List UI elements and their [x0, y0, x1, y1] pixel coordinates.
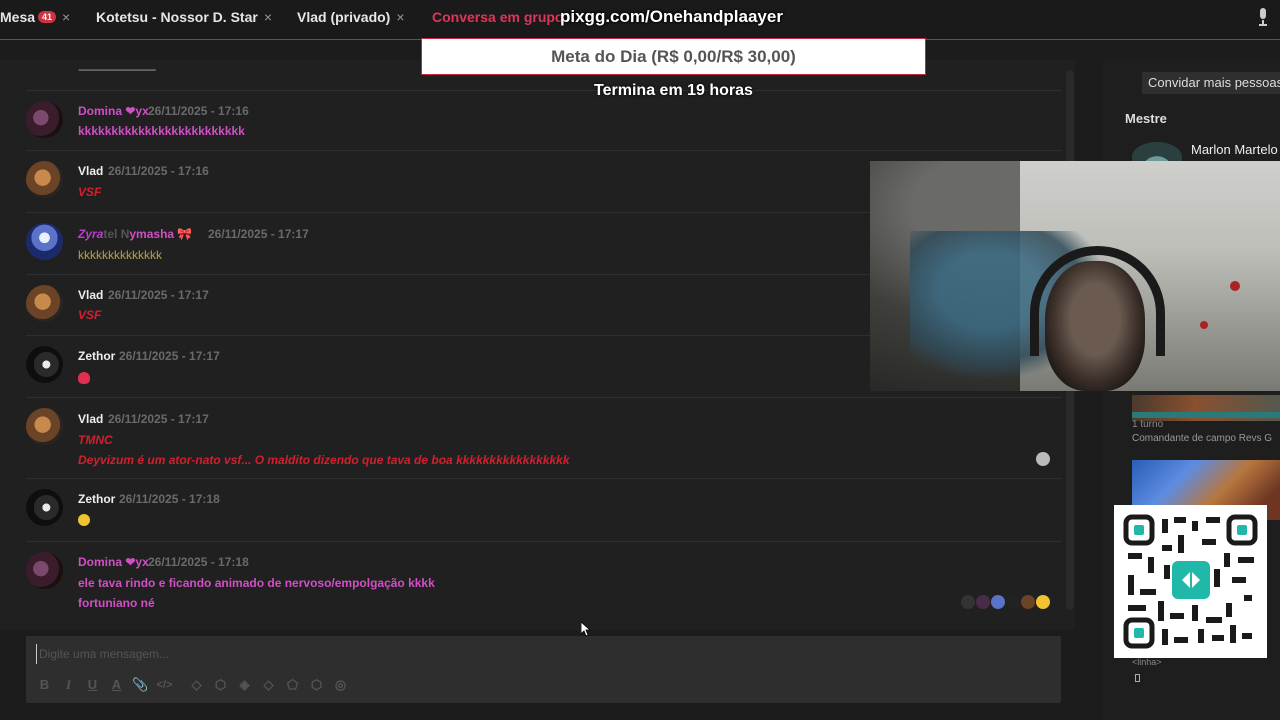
avatar[interactable] [26, 285, 63, 322]
username-part: Zyra [78, 227, 104, 241]
chat-message: Domina ❤yx 26/11/2025 - 17:18 ele tava r… [26, 541, 1062, 621]
tab-mesa[interactable]: Mesa 41 × [0, 9, 70, 25]
d6-dice-icon[interactable]: ⬡ [212, 676, 229, 693]
message-timestamp: 26/11/2025 - 17:18 [148, 555, 249, 569]
message-text: fortuniano né [78, 596, 155, 610]
tab-group-chat[interactable]: Conversa em grupo [432, 9, 563, 25]
message-username[interactable]: Vlad [78, 288, 103, 302]
d20-dice-icon[interactable]: ⬡ [308, 676, 325, 693]
app-root: Mesa 41 × Kotetsu - Nossor D. Star × Vlad (… [0, 0, 1280, 720]
tab-vlad-private[interactable]: Vlad (privado) × [297, 9, 405, 25]
code-icon[interactable]: </> [156, 676, 173, 693]
formatting-toolbar: B I U A 📎 </> ◇ ⬡ ◈ ◇ ⬠ ⬡ ◎ [36, 676, 349, 693]
message-composer: B I U A 📎 </> ◇ ⬡ ◈ ◇ ⬠ ⬡ ◎ [26, 636, 1061, 703]
d8-dice-icon[interactable]: ◈ [236, 676, 253, 693]
message-timestamp: 26/11/2025 - 17:18 [119, 492, 220, 506]
avatar[interactable] [26, 408, 63, 445]
italic-icon[interactable]: I [60, 676, 77, 693]
message-timestamp: 26/11/2025 - 17:16 [148, 104, 249, 118]
reaction-emoji-icon[interactable] [1036, 595, 1050, 609]
avatar[interactable] [26, 552, 63, 589]
master-section-title: Mestre [1125, 111, 1167, 126]
message-username[interactable]: Domina ❤yx [78, 555, 149, 569]
daily-goal-box: Meta do Dia (R$ 0,00/R$ 30,00) [421, 38, 926, 75]
goal-ends-text: Termina em 19 horas [594, 82, 753, 99]
grin-emoji-icon [78, 514, 90, 526]
separator-text: ----------------------------- [78, 64, 156, 76]
message-text [78, 514, 90, 529]
small-marker-icon [1135, 674, 1140, 682]
tab-label: Mesa [0, 9, 36, 25]
line-placeholder: <linha> [1132, 657, 1162, 667]
webcam-feed [870, 161, 1280, 391]
close-icon[interactable]: × [264, 9, 272, 25]
mouse-cursor-icon [581, 622, 591, 637]
message-reactions[interactable] [1036, 452, 1050, 466]
message-text: ele tava rindo e ficando animado de nerv… [78, 576, 435, 590]
avatar[interactable] [26, 223, 63, 260]
character-role: Comandante de campo Revs G [1132, 433, 1273, 444]
d10-dice-icon[interactable]: ◇ [260, 676, 277, 693]
avatar[interactable] [26, 489, 63, 526]
avatar[interactable] [26, 161, 63, 198]
message-timestamp: 26/11/2025 - 17:17 [108, 412, 209, 426]
chat-message: Vlad 26/11/2025 - 17:17 TMNC Deyvizum é … [26, 397, 1062, 478]
highlight-icon[interactable]: A [108, 676, 125, 693]
reaction-avatar-icon[interactable] [1021, 595, 1035, 609]
reaction-avatar-icon[interactable] [976, 595, 990, 609]
message-username[interactable]: Domina ❤yx [78, 104, 149, 118]
message-timestamp: 26/11/2025 - 17:17 [119, 349, 220, 363]
message-text [78, 372, 90, 387]
qr-code-image [1114, 505, 1267, 658]
reaction-avatar-icon[interactable] [1006, 595, 1020, 609]
attach-icon[interactable]: 📎 [132, 676, 149, 693]
bold-icon[interactable]: B [36, 676, 53, 693]
close-icon[interactable]: × [62, 9, 70, 25]
message-username[interactable]: Zethor [78, 492, 115, 506]
message-username[interactable]: Vlad [78, 412, 103, 426]
message-timestamp: 26/11/2025 - 17:16 [108, 164, 209, 178]
message-username[interactable]: Zethor [78, 349, 115, 363]
scene-thumbnail-strip [1132, 412, 1280, 418]
master-name[interactable]: Marlon Martelo [1191, 142, 1278, 157]
message-text: VSF [78, 308, 102, 322]
reaction-avatar-icon[interactable] [991, 595, 1005, 609]
turn-count: 1 turno [1132, 419, 1164, 430]
avatar[interactable] [26, 346, 63, 383]
message-text: kkkkkkkkkkkkkkkkkkkkkkkkk [78, 124, 245, 138]
tab-kotetsu[interactable]: Kotetsu - Nossor D. Star × [96, 9, 272, 25]
reaction-avatar-icon[interactable] [1036, 452, 1050, 466]
close-icon[interactable]: × [396, 9, 404, 25]
username-part: tel N [103, 227, 130, 241]
d100-dice-icon[interactable]: ◎ [332, 676, 349, 693]
message-text: Deyvizum é um ator-nato vsf... O maldito… [78, 453, 570, 467]
microphone-icon[interactable] [1258, 8, 1268, 26]
avatar[interactable] [26, 101, 63, 138]
tab-label: Vlad (privado) [297, 9, 391, 25]
donation-url-overlay: pixgg.com/Onehandplaayer [560, 7, 783, 26]
username-part: ymasha 🎀 [129, 227, 193, 241]
heart-emoji-icon [78, 372, 90, 384]
message-reactions[interactable] [961, 595, 1050, 609]
d12-dice-icon[interactable]: ⬠ [284, 676, 301, 693]
underline-icon[interactable]: U [84, 676, 101, 693]
chat-message: Zethor 26/11/2025 - 17:18 [26, 478, 1062, 541]
d4-dice-icon[interactable]: ◇ [188, 676, 205, 693]
tab-label: Kotetsu - Nossor D. Star [96, 9, 258, 25]
message-username[interactable]: Vlad [78, 164, 103, 178]
message-text: kkkkkkkkkkkkkk [78, 248, 162, 262]
message-text: TMNC [78, 433, 113, 447]
message-timestamp: 26/11/2025 - 17:17 [108, 288, 209, 302]
unread-badge: 41 [38, 11, 57, 23]
message-input[interactable] [36, 644, 936, 664]
message-username[interactable]: Zyratel Nymasha 🎀 [78, 227, 192, 241]
message-timestamp: 26/11/2025 - 17:17 [208, 227, 309, 241]
message-text: VSF [78, 185, 102, 199]
tab-label: Conversa em grupo [432, 9, 564, 25]
reaction-avatar-icon[interactable] [961, 595, 975, 609]
invite-more-button[interactable]: Convidar mais pessoas [1142, 72, 1280, 94]
